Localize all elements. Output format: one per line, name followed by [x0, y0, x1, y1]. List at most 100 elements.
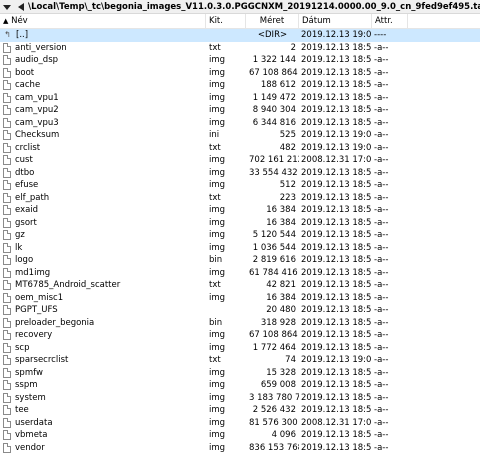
column-name-header[interactable]: ▲ Név	[0, 14, 206, 28]
back-arrow-icon[interactable]	[14, 2, 28, 11]
file-row[interactable]: boot img 67 108 864 2019.12.13 18:59 -a--	[0, 67, 480, 80]
file-icon	[3, 105, 11, 116]
file-date: 2019.12.13 18:59	[301, 330, 372, 340]
file-icon	[3, 367, 11, 378]
file-row[interactable]: gz img 5 120 544 2019.12.13 18:59 -a--	[0, 229, 480, 242]
file-size: 4 096	[271, 430, 296, 440]
file-attr: -a--	[374, 205, 389, 215]
column-ext-header[interactable]: Kit.	[206, 14, 246, 28]
file-name: vbmeta	[15, 430, 48, 440]
file-row[interactable]: elf_path txt 223 2019.12.13 18:59 -a--	[0, 192, 480, 205]
file-row[interactable]: Checksum ini 525 2019.12.13 19:04 -a--	[0, 129, 480, 142]
file-row[interactable]: exaid img 16 384 2019.12.13 18:59 -a--	[0, 204, 480, 217]
file-row[interactable]: MT6785_Android_scatter txt 42 821 2019.12.1…	[0, 279, 480, 292]
file-date: 2019.12.13 18:59	[301, 242, 372, 253]
file-row[interactable]: anti_version txt 2 2019.12.13 18:59 -a--	[0, 42, 480, 55]
file-row[interactable]: preloader_begonia bin 318 928 2019.12.13 18…	[0, 317, 480, 330]
file-ext: img	[209, 205, 226, 215]
parent-dir-row[interactable]: ↰ [..] <DIR> 2019.12.13 19:05 ----	[0, 29, 480, 42]
file-name: sparsecrclist	[15, 355, 69, 365]
file-row[interactable]: md1img img 61 784 416 2019.12.13 18:59 -a--	[0, 267, 480, 280]
file-attr: -a--	[374, 230, 389, 240]
file-row[interactable]: spmfw img 15 328 2019.12.13 18:59 -a--	[0, 367, 480, 380]
file-row[interactable]: cust img 702 161 212 2008.12.31 17:00 -a--	[0, 154, 480, 167]
file-row[interactable]: oem_misc1 img 16 384 2019.12.13 18:59 -a--	[0, 292, 480, 305]
file-icon	[3, 167, 11, 178]
file-attr: -a--	[374, 392, 389, 403]
file-date: 2019.12.13 18:59	[301, 292, 372, 303]
file-size: 2 526 432	[252, 405, 296, 415]
file-icon	[3, 67, 11, 78]
file-size: 42 821	[266, 280, 296, 290]
file-row[interactable]: recovery img 67 108 864 2019.12.13 18:59 -a-…	[0, 329, 480, 342]
file-row[interactable]: crclist txt 482 2019.12.13 19:05 -a--	[0, 142, 480, 155]
file-ext: img	[209, 380, 226, 390]
file-size: 15 328	[266, 367, 296, 378]
file-name: boot	[15, 67, 35, 78]
file-row[interactable]: PGPT_UFS 20 480 2019.12.13 18:59 -a--	[0, 304, 480, 317]
file-row[interactable]: tee img 2 526 432 2019.12.13 18:59 -a--	[0, 404, 480, 417]
file-row[interactable]: efuse img 512 2019.12.13 18:59 -a--	[0, 179, 480, 192]
file-row[interactable]: logo bin 2 819 616 2019.12.13 18:59 -a--	[0, 254, 480, 267]
file-date: 2019.12.13 19:05	[301, 142, 372, 153]
file-name: audio_dsp	[15, 55, 59, 65]
file-name: gsort	[15, 217, 37, 228]
column-header: ▲ Név Kit. Méret Dátum Attr.	[0, 14, 480, 29]
file-attr: -a--	[374, 105, 389, 115]
file-size: 74	[285, 355, 296, 365]
file-row[interactable]: cam_vpu1 img 1 149 472 2019.12.13 18:59 -a--	[0, 92, 480, 105]
file-ext: img	[209, 430, 226, 440]
file-date: 2019.12.13 19:05	[301, 30, 372, 40]
path-bar[interactable]: \Local\Temp\_tc\begonia_images_V11.0.3.0…	[0, 0, 480, 14]
file-date: 2019.12.13 18:59	[301, 217, 372, 228]
file-date: 2019.12.13 19:05	[301, 355, 372, 365]
file-row[interactable]: cam_vpu2 img 8 940 304 2019.12.13 18:59 -a--	[0, 104, 480, 117]
file-row[interactable]: vbmeta img 4 096 2019.12.13 18:59 -a--	[0, 429, 480, 442]
file-row[interactable]: scp img 1 772 464 2019.12.13 18:59 -a--	[0, 342, 480, 355]
file-icon	[3, 430, 11, 441]
file-row[interactable]: cam_vpu3 img 6 344 816 2019.12.13 18:59 -a--	[0, 117, 480, 130]
column-size-header[interactable]: Méret	[246, 14, 299, 28]
file-size: 1 772 464	[252, 342, 296, 353]
file-row[interactable]: lk img 1 036 544 2019.12.13 18:59 -a--	[0, 242, 480, 255]
file-size: 33 554 432	[249, 167, 298, 178]
file-row[interactable]: sparsecrclist txt 74 2019.12.13 19:05 -a--	[0, 354, 480, 367]
file-icon	[3, 255, 11, 266]
file-icon	[3, 205, 11, 216]
column-date-header[interactable]: Dátum	[299, 14, 372, 28]
file-attr: -a--	[374, 192, 389, 203]
file-size: 81 576 300	[249, 417, 298, 428]
file-row[interactable]: sspm img 659 008 2019.12.13 18:59 -a--	[0, 379, 480, 392]
file-name: oem_misc1	[15, 292, 64, 303]
file-size: 318 928	[260, 317, 296, 328]
file-date: 2019.12.13 18:59	[301, 167, 372, 178]
file-size: 525	[279, 130, 296, 140]
file-ext: img	[209, 242, 226, 253]
file-ext: bin	[209, 255, 223, 265]
file-icon	[3, 117, 11, 128]
file-attr: -a--	[374, 305, 389, 315]
file-row[interactable]: cache img 188 612 2019.12.13 18:59 -a--	[0, 79, 480, 92]
file-attr: -a--	[374, 292, 389, 303]
file-row[interactable]: system img 3 183 780 7202019.12.13 18:59-a…	[0, 392, 480, 405]
file-name: exaid	[15, 205, 39, 215]
file-name: dtbo	[15, 167, 35, 178]
file-size: 702 161 212	[249, 155, 299, 165]
file-size: 2	[290, 42, 296, 53]
file-ext: img	[209, 267, 226, 278]
file-name: cust	[15, 155, 33, 165]
file-name: Checksum	[15, 130, 60, 140]
file-row[interactable]: vendor img 836 153 768 2019.12.13 18:59 -a--	[0, 442, 480, 455]
file-row[interactable]: gsort img 16 384 2019.12.13 18:59 -a--	[0, 217, 480, 230]
file-ext: img	[209, 392, 226, 403]
file-name: tee	[15, 405, 29, 415]
file-row[interactable]: audio_dsp img 1 322 144 2019.12.13 18:59 -a-…	[0, 54, 480, 67]
file-icon	[3, 280, 11, 291]
file-row[interactable]: userdata img 81 576 300 2008.12.31 17:00 -a-…	[0, 417, 480, 430]
column-attr-header[interactable]: Attr.	[372, 14, 408, 28]
dropdown-arrow-icon[interactable]	[0, 3, 14, 11]
file-date: 2019.12.13 18:59	[301, 342, 372, 353]
file-icon	[3, 305, 11, 316]
file-row[interactable]: dtbo img 33 554 432 2019.12.13 18:59 -a--	[0, 167, 480, 180]
file-ext: img	[209, 105, 226, 115]
